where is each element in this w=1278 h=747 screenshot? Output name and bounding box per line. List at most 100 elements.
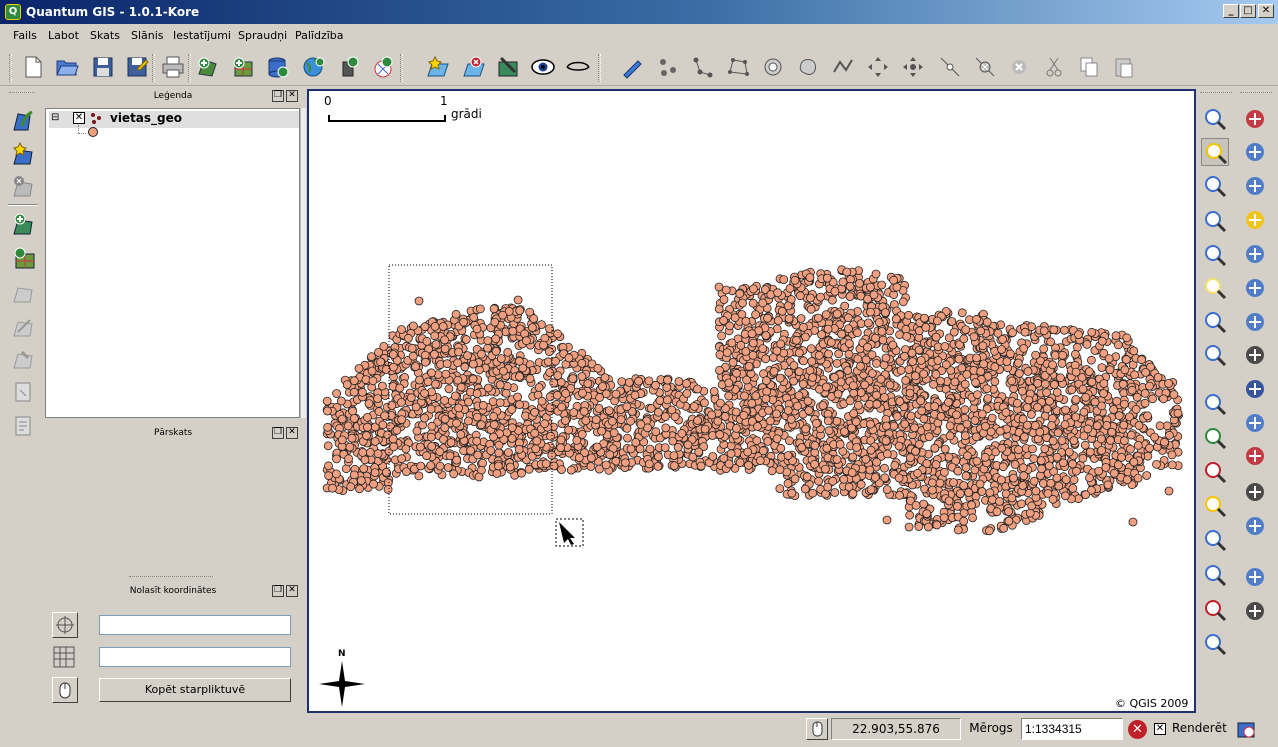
dock-splitter[interactable]	[129, 576, 213, 579]
toolbar-grip[interactable]	[188, 54, 191, 82]
save-to-file-icon[interactable]	[1241, 172, 1269, 200]
attribute-table-icon[interactable]	[1201, 172, 1229, 200]
menu-edit[interactable]: Labot	[48, 29, 79, 42]
overview-dock-header[interactable]: Pārskats ❐ ✕	[45, 427, 301, 441]
copyright-icon[interactable]	[1241, 138, 1269, 166]
add-raster-layer-icon[interactable]	[10, 244, 38, 272]
add-wms-layer-icon[interactable]	[10, 210, 38, 238]
add-island-icon[interactable]	[795, 54, 821, 80]
gdal-icon[interactable]	[1241, 409, 1269, 437]
coordinate-field-2[interactable]	[99, 647, 291, 667]
add-vector-icon[interactable]	[195, 54, 221, 80]
add-wms-icon[interactable]	[300, 54, 326, 80]
stop-render-icon[interactable]: ✕	[1128, 720, 1147, 739]
close-button[interactable]: ✕	[1258, 4, 1274, 18]
crs-button[interactable]	[52, 612, 78, 638]
menu-view[interactable]: Skats	[90, 29, 120, 42]
menu-layer[interactable]: Slānis	[131, 29, 164, 42]
add-vertex-icon[interactable]	[937, 54, 963, 80]
zoom-selection-icon[interactable]	[1201, 561, 1229, 589]
layer-disabled-icon[interactable]	[10, 278, 38, 306]
pan-icon[interactable]	[1201, 390, 1229, 418]
georeferencer-icon[interactable]	[1241, 240, 1269, 268]
delete-vertex-icon[interactable]	[972, 54, 998, 80]
right-toolbar-grip[interactable]	[1240, 92, 1272, 95]
scale-bar-icon[interactable]	[1241, 478, 1269, 506]
digitize-icon[interactable]	[620, 54, 646, 80]
pdf-icon[interactable]	[1241, 442, 1269, 470]
add-vector-layer-icon[interactable]	[10, 106, 38, 134]
overview-panel[interactable]	[45, 445, 301, 573]
remove-layer-icon[interactable]	[10, 172, 38, 200]
left-toolbar-grip[interactable]	[9, 92, 35, 95]
elephant-icon[interactable]	[1241, 512, 1269, 540]
add-raster-icon[interactable]	[230, 54, 256, 80]
layer-tool-disabled-icon[interactable]	[10, 344, 38, 372]
whats-this-icon[interactable]	[1241, 597, 1269, 625]
menu-settings[interactable]: Iestatījumi	[173, 29, 231, 42]
capture-polygon-icon[interactable]	[725, 54, 751, 80]
toggle-coords-button[interactable]	[806, 718, 828, 740]
hide-all-icon[interactable]	[565, 54, 591, 80]
toggle-editing-icon[interactable]	[495, 54, 521, 80]
layer-name[interactable]: vietas_geo	[110, 111, 182, 125]
new-project-icon[interactable]	[20, 54, 46, 80]
close-icon[interactable]: ✕	[286, 90, 298, 102]
zoom-home-icon[interactable]	[1201, 308, 1229, 336]
toolbar-grip[interactable]	[400, 54, 403, 82]
toolbar-grip[interactable]	[598, 54, 601, 82]
map-canvas[interactable]: 0 1 grādi N © QGIS 2009	[307, 89, 1196, 713]
zoom-last-icon[interactable]	[1201, 596, 1229, 624]
add-gps-icon[interactable]	[370, 54, 396, 80]
print-icon[interactable]	[160, 54, 186, 80]
refresh-icon[interactable]	[1201, 630, 1229, 658]
cut-icon[interactable]	[1041, 54, 1067, 80]
show-all-icon[interactable]	[530, 54, 556, 80]
identify-icon[interactable]	[1201, 105, 1229, 133]
add-ring-icon[interactable]	[760, 54, 786, 80]
measure-area-icon[interactable]	[1201, 241, 1229, 269]
zoom-bookmark-icon[interactable]	[1201, 341, 1229, 369]
float-icon[interactable]: ❐	[272, 90, 284, 102]
menu-file[interactable]: Fails	[13, 29, 37, 42]
layer-visibility-checkbox[interactable]: ✕	[73, 112, 85, 124]
close-icon[interactable]: ✕	[286, 427, 298, 439]
projection-icon[interactable]	[1236, 720, 1256, 740]
zoom-out-icon[interactable]	[1201, 458, 1229, 486]
capture-point-icon[interactable]	[655, 54, 681, 80]
layer-edit-disabled-icon[interactable]	[10, 312, 38, 340]
delete-selected-icon[interactable]	[1006, 54, 1032, 80]
map-tips-icon[interactable]	[1201, 274, 1229, 302]
layer-props-icon[interactable]	[10, 378, 38, 406]
grid-icon[interactable]	[52, 645, 78, 671]
new-layer-icon[interactable]	[424, 54, 450, 80]
float-icon[interactable]: ❐	[272, 585, 284, 597]
zoom-in-icon[interactable]	[1201, 424, 1229, 452]
legend-dock-header[interactable]: Leģenda ❐ ✕	[45, 90, 301, 104]
right-toolbar-grip[interactable]	[1200, 92, 1232, 95]
close-icon[interactable]: ✕	[286, 585, 298, 597]
zoom-layer-icon[interactable]	[1201, 526, 1229, 554]
paste-icon[interactable]	[1111, 54, 1137, 80]
add-postgis-icon[interactable]	[264, 54, 290, 80]
legend-panel[interactable]: ⊟ ✕ vietas_geo	[45, 108, 300, 418]
copy-icon[interactable]	[1076, 54, 1102, 80]
remove-layer-icon[interactable]	[460, 54, 486, 80]
legend-scrollbar[interactable]	[300, 108, 306, 418]
grass-icon[interactable]	[1241, 274, 1269, 302]
copy-to-clipboard-button[interactable]: Kopēt starpliktuvē	[99, 678, 291, 702]
zoom-full-icon[interactable]	[1201, 492, 1229, 520]
help-book-icon[interactable]	[1241, 563, 1269, 591]
move-vertex-icon[interactable]	[900, 54, 926, 80]
navigation-icon[interactable]	[1241, 375, 1269, 403]
decimal-to-dms-icon[interactable]	[1241, 206, 1269, 234]
capture-button[interactable]	[52, 677, 78, 703]
capture-line-icon[interactable]	[690, 54, 716, 80]
save-project-icon[interactable]	[90, 54, 116, 80]
collapse-icon[interactable]: ⊟	[51, 112, 59, 123]
new-shapefile-icon[interactable]	[10, 140, 38, 168]
minimize-button[interactable]: _	[1223, 4, 1239, 18]
move-feature-icon[interactable]	[865, 54, 891, 80]
layer-query-icon[interactable]	[10, 412, 38, 440]
coordinate-field-1[interactable]	[99, 615, 291, 635]
